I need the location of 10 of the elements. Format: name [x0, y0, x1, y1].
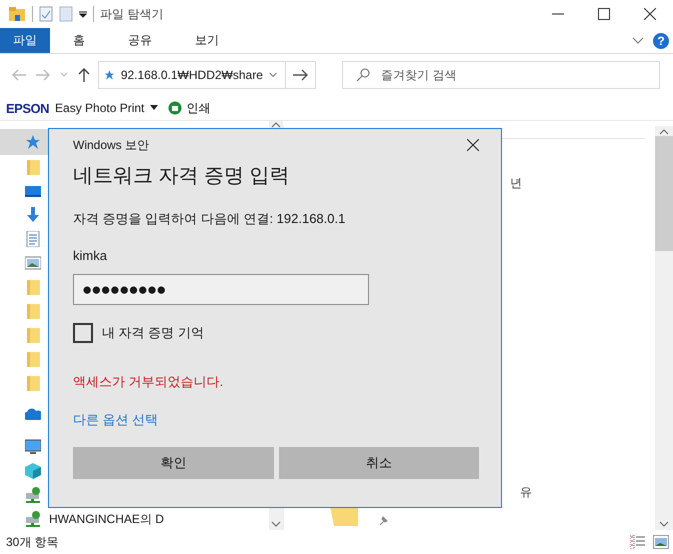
error-message: 액세스가 거부되었습니다. [73, 373, 224, 391]
dialog-caption: Windows 보안 [73, 136, 150, 154]
content-text: 유 [520, 484, 532, 501]
username-text: kimka [73, 248, 108, 263]
dialog-title: 네트워크 자격 증명 입력 [73, 164, 291, 189]
window-title: 파일 탐색기 [100, 6, 164, 22]
item-count: 30개 항목 [6, 534, 59, 550]
content-text: 년 [510, 175, 523, 192]
brand-logo: EPSON [6, 100, 50, 116]
dialog-message: 자격 증명을 입력하여 다음에 연결: 192.168.0.1 [73, 210, 346, 228]
